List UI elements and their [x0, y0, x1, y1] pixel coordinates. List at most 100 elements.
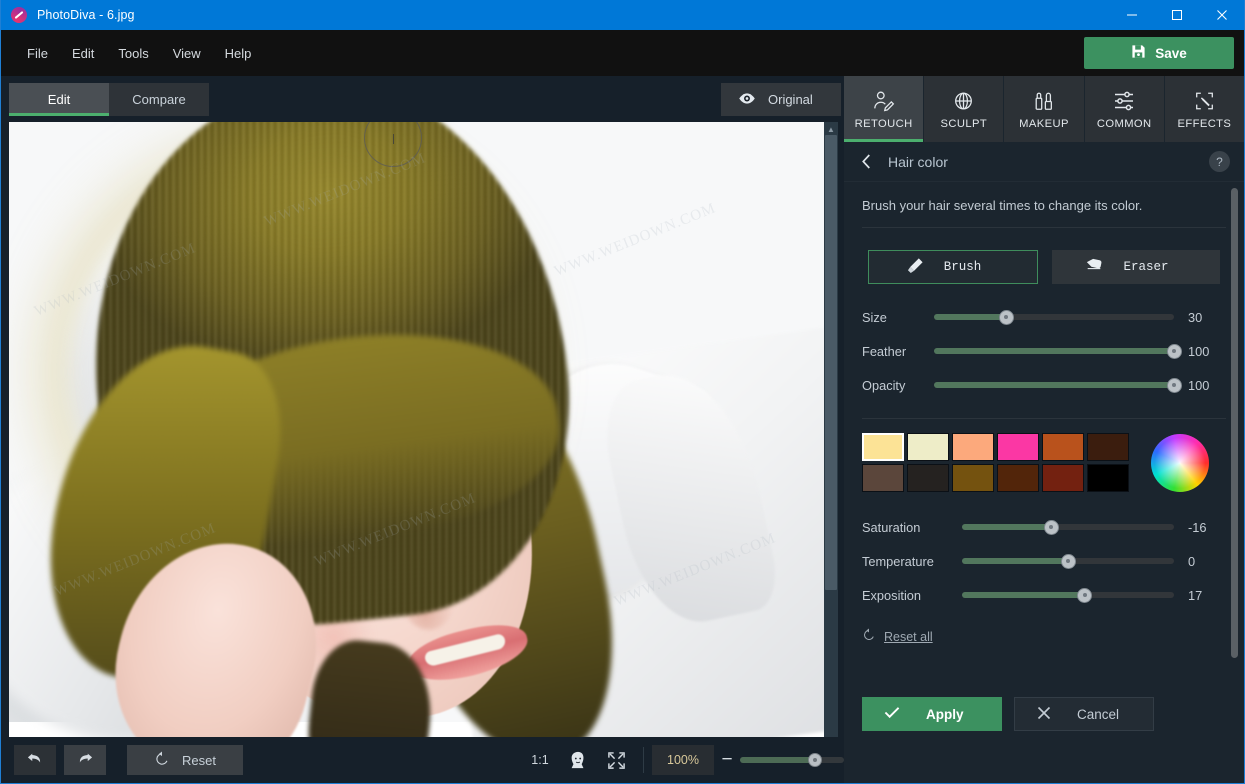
tab-common[interactable]: COMMON: [1084, 76, 1165, 142]
tab-sculpt-label: SCULPT: [940, 117, 988, 130]
slider-opacity-value: 100: [1188, 377, 1210, 393]
reset-button[interactable]: Reset: [127, 745, 243, 775]
slider-saturation: Saturation -16: [862, 510, 1226, 544]
slider-feather: Feather 100: [862, 334, 1226, 368]
floppy-disk-icon: [1131, 44, 1146, 62]
menu-view[interactable]: View: [161, 41, 213, 66]
tab-edit[interactable]: Edit: [9, 83, 109, 116]
brush-sliders: Size 30 Feather 100 Opacity 100: [862, 300, 1226, 402]
apply-button[interactable]: Apply: [862, 697, 1002, 731]
portrait-face-icon[interactable]: [559, 745, 597, 775]
workspace: Edit Compare Original WWW.WEIDOWN.COM WW…: [1, 76, 1244, 783]
slider-feather-thumb[interactable]: [1166, 343, 1182, 359]
slider-saturation-thumb[interactable]: [1043, 519, 1059, 535]
scroll-up-icon[interactable]: ▲: [824, 122, 838, 136]
panel-scrollbar[interactable]: [1231, 188, 1238, 750]
image-vertical-scrollbar[interactable]: ▲ ▼: [824, 122, 838, 783]
maximize-icon[interactable]: [1154, 0, 1199, 30]
menu-file[interactable]: File: [15, 41, 60, 66]
eraser-mode-button[interactable]: Eraser: [1052, 250, 1220, 284]
tab-edit-label: Edit: [47, 92, 71, 107]
tab-retouch[interactable]: RETOUCH: [844, 76, 925, 142]
tab-compare[interactable]: Compare: [109, 83, 209, 116]
slider-exposition-fill: [962, 592, 1085, 598]
color-swatch-dark-chocolate[interactable]: [1087, 433, 1129, 461]
chevron-left-icon[interactable]: [844, 153, 888, 170]
zoom-slider-thumb[interactable]: [807, 753, 822, 767]
original-button-label: Original: [768, 92, 813, 107]
tool-panel: RETOUCH SCULPT MAKEUP COMMON EFFECTS Hai…: [844, 76, 1244, 783]
slider-opacity-fill: [934, 382, 1174, 388]
slider-saturation-value: -16: [1188, 519, 1207, 535]
slider-exposition-value: 17: [1188, 587, 1203, 603]
color-swatch-black[interactable]: [1087, 464, 1129, 492]
rotate-ccw-icon: [862, 628, 876, 645]
zoom-out-button[interactable]: −: [714, 749, 740, 771]
color-swatch-light-blonde[interactable]: [862, 433, 904, 461]
fit-to-screen-icon[interactable]: [597, 745, 635, 775]
zoom-level-value[interactable]: 100%: [652, 745, 714, 775]
eraser-mode-label: Eraser: [1123, 260, 1169, 274]
panel-scroll-thumb[interactable]: [1231, 188, 1238, 658]
apply-button-label: Apply: [926, 706, 964, 722]
slider-temperature: Temperature 0: [862, 544, 1226, 578]
redo-arrow-icon: [75, 750, 95, 771]
color-swatch-copper[interactable]: [1042, 433, 1084, 461]
retouch-person-pen-icon: [872, 89, 896, 113]
color-swatch-hot-pink[interactable]: [997, 433, 1039, 461]
color-swatch-taupe-brown[interactable]: [862, 464, 904, 492]
color-swatch-olive-gold[interactable]: [952, 464, 994, 492]
slider-feather-fill: [934, 348, 1174, 354]
save-button[interactable]: Save: [1084, 37, 1234, 69]
original-preview-button[interactable]: Original: [721, 83, 841, 116]
slider-temperature-thumb[interactable]: [1060, 553, 1076, 569]
undo-button[interactable]: [14, 745, 56, 775]
slider-exposition-thumb[interactable]: [1077, 587, 1093, 603]
eye-icon: [738, 92, 756, 108]
close-icon[interactable]: [1199, 0, 1244, 30]
tab-makeup[interactable]: MAKEUP: [1004, 76, 1085, 142]
slider-feather-track[interactable]: [934, 343, 1182, 359]
color-swatch-deep-brown[interactable]: [997, 464, 1039, 492]
redo-button[interactable]: [64, 745, 106, 775]
photodiva-logo-icon: [11, 7, 27, 23]
tab-common-label: COMMON: [1096, 117, 1152, 130]
menu-help[interactable]: Help: [213, 41, 264, 66]
zoom-slider[interactable]: [740, 753, 844, 767]
image-vertical-scroll-thumb[interactable]: [825, 135, 837, 590]
window-controls: [1109, 0, 1244, 30]
slider-opacity-label: Opacity: [862, 377, 906, 393]
minimize-icon[interactable]: [1109, 0, 1154, 30]
color-wheel-icon[interactable]: [1151, 433, 1209, 492]
reset-all-link[interactable]: Reset all: [862, 628, 1226, 645]
image-canvas[interactable]: WWW.WEIDOWN.COM WWW.WEIDOWN.COM WWW.WEID…: [9, 122, 838, 783]
color-swatch-mahogany[interactable]: [1042, 464, 1084, 492]
color-swatch-near-black[interactable]: [907, 464, 949, 492]
slider-saturation-track[interactable]: [962, 519, 1174, 535]
slider-size-track[interactable]: [934, 309, 1174, 325]
slider-exposition-track[interactable]: [962, 587, 1174, 603]
slider-opacity: Opacity 100: [862, 368, 1226, 402]
cancel-button[interactable]: Cancel: [1014, 697, 1154, 731]
menu-tools[interactable]: Tools: [106, 41, 160, 66]
check-icon: [884, 706, 900, 722]
help-button[interactable]: ?: [1209, 151, 1230, 172]
tab-sculpt[interactable]: SCULPT: [924, 76, 1005, 142]
color-swatch-peach[interactable]: [952, 433, 994, 461]
tab-effects[interactable]: EFFECTS: [1164, 76, 1244, 142]
color-swatch-grid: [862, 433, 1129, 492]
color-swatch-platinum-cream[interactable]: [907, 433, 949, 461]
slider-saturation-label: Saturation: [862, 519, 921, 535]
zoom-1to1-button[interactable]: 1:1: [521, 745, 559, 775]
photo-teeth: [423, 632, 507, 668]
edited-photo: WWW.WEIDOWN.COM WWW.WEIDOWN.COM WWW.WEID…: [9, 122, 838, 783]
brush-mode-label: Brush: [943, 260, 982, 274]
menu-bar: File Edit Tools View Help Save: [1, 30, 1244, 76]
divider: [862, 418, 1226, 419]
slider-size-thumb[interactable]: [998, 309, 1014, 325]
slider-opacity-track[interactable]: [934, 377, 1182, 393]
slider-temperature-track[interactable]: [962, 553, 1174, 569]
slider-opacity-thumb[interactable]: [1166, 377, 1182, 393]
menu-edit[interactable]: Edit: [60, 41, 106, 66]
brush-mode-button[interactable]: Brush: [868, 250, 1038, 284]
